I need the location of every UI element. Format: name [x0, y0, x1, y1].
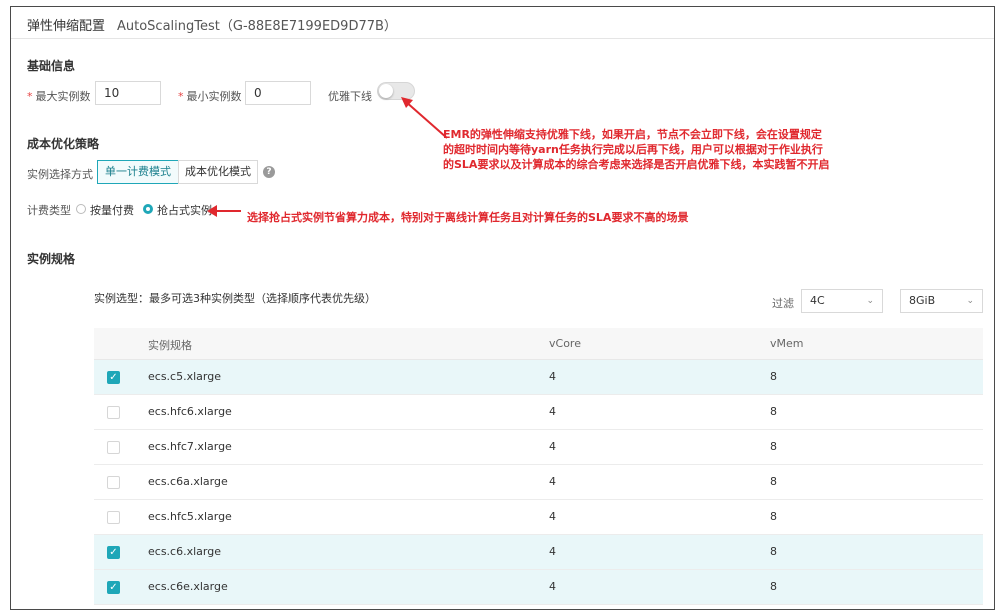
column-header-vmem: vMem	[770, 337, 804, 350]
vmem-cell: 8	[770, 440, 777, 453]
vcore-cell: 4	[549, 545, 556, 558]
spec-section-title: 实例规格	[27, 252, 76, 266]
row-checkbox[interactable]: ✓	[107, 581, 120, 594]
config-panel: 弹性伸缩配置 AutoScalingTest（G-88E8E7199ED9D77…	[10, 6, 995, 610]
table-row[interactable]: ecs.c6a.xlarge 4 8	[94, 465, 983, 500]
vcore-cell: 4	[549, 440, 556, 453]
spec-name-cell: ecs.hfc7.xlarge	[148, 440, 232, 453]
table-header: 实例规格 vCore vMem	[94, 328, 983, 360]
chevron-down-icon: ⌄	[966, 296, 974, 306]
vcore-cell: 4	[549, 510, 556, 523]
cpu-filter-select[interactable]: 4C ⌄	[801, 289, 883, 313]
table-row[interactable]: ✓ ecs.c5.xlarge 4 8	[94, 360, 983, 395]
vcore-cell: 4	[549, 405, 556, 418]
row-checkbox[interactable]: ✓	[107, 546, 120, 559]
spec-selection-note: 实例选型：最多可选3种实例类型（选择顺序代表优先级）	[94, 292, 376, 305]
vcore-cell: 4	[549, 475, 556, 488]
vmem-cell: 8	[770, 370, 777, 383]
column-header-vcore: vCore	[549, 337, 581, 350]
spec-name-cell: ecs.hfc6.xlarge	[148, 405, 232, 418]
vcore-cell: 4	[549, 580, 556, 593]
row-checkbox[interactable]: ✓	[107, 371, 120, 384]
memory-filter-select[interactable]: 8GiB ⌄	[900, 289, 983, 313]
vmem-cell: 8	[770, 580, 777, 593]
spot-arrowhead-icon	[207, 205, 217, 217]
vmem-cell: 8	[770, 475, 777, 488]
spec-name-cell: ecs.c5.xlarge	[148, 370, 221, 383]
vcore-cell: 4	[549, 370, 556, 383]
chevron-down-icon: ⌄	[866, 296, 874, 306]
vmem-cell: 8	[770, 510, 777, 523]
spec-name-cell: ecs.c6a.xlarge	[148, 475, 228, 488]
row-checkbox[interactable]	[107, 406, 120, 419]
vmem-cell: 8	[770, 405, 777, 418]
spec-name-cell: ecs.hfc5.xlarge	[148, 510, 232, 523]
table-row[interactable]: ✓ ecs.c6.xlarge 4 8	[94, 535, 983, 570]
table-row[interactable]: ✓ ecs.c6e.xlarge 4 8	[94, 570, 983, 605]
table-row[interactable]: ecs.hfc6.xlarge 4 8	[94, 395, 983, 430]
filter-label: 过滤	[772, 297, 794, 310]
row-checkbox[interactable]	[107, 476, 120, 489]
table-row[interactable]: ecs.hfc7.xlarge 4 8	[94, 430, 983, 465]
table-row[interactable]: ecs.hfc5.xlarge 4 8	[94, 500, 983, 535]
spec-name-cell: ecs.c6.xlarge	[148, 545, 221, 558]
spec-name-cell: ecs.c6e.xlarge	[148, 580, 228, 593]
vmem-cell: 8	[770, 545, 777, 558]
row-checkbox[interactable]	[107, 441, 120, 454]
graceful-arrow-icon	[404, 100, 448, 139]
column-header-spec: 实例规格	[148, 339, 192, 352]
row-checkbox[interactable]	[107, 511, 120, 524]
